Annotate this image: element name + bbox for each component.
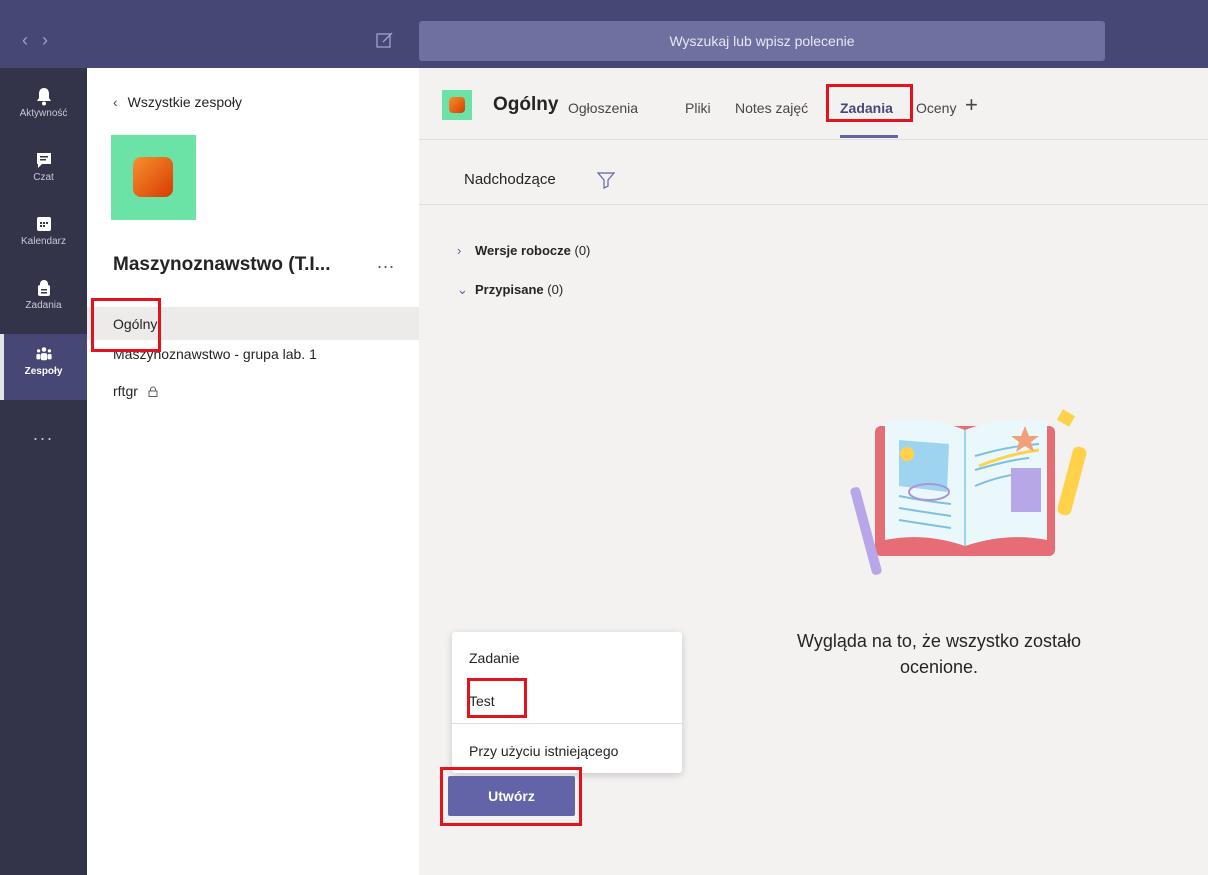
rail-label: Zespoły (24, 366, 63, 377)
menu-item-existing[interactable]: Przy użyciu istniejącego (452, 743, 682, 759)
channel-label: Maszynoznawstwo - grupa lab. 1 (113, 346, 317, 362)
rail-label: Aktywność (19, 108, 68, 119)
tab-notes[interactable]: Notes zajęć (735, 100, 808, 116)
rail-label: Czat (33, 172, 54, 183)
empty-state-message: Wygląda na to, że wszystko zostało oceni… (797, 631, 1081, 677)
create-menu: Zadanie Test Przy użyciu istniejącego (452, 632, 682, 773)
app-rail: Aktywność Czat Kalendarz Zadania Zespoły… (0, 68, 87, 875)
team-panel: ‹ Wszystkie zespoły Maszynoznawstwo (T.I.… (87, 68, 419, 875)
filter-label[interactable]: Nadchodzące (464, 171, 556, 188)
chevron-down-icon: ⌄ (457, 282, 468, 297)
assignments-icon (37, 280, 50, 296)
rail-more-icon[interactable]: ... (0, 424, 87, 445)
rail-item-teams[interactable]: Zespoły (0, 334, 87, 400)
menu-item-zadanie[interactable]: Zadanie (452, 650, 682, 666)
rail-item-assignments[interactable]: Zadania (0, 268, 87, 330)
assigned-label: Przypisane (475, 282, 544, 297)
bell-icon (36, 88, 51, 106)
add-tab-icon[interactable]: + (965, 92, 978, 118)
rail-item-activity[interactable]: Aktywność (0, 76, 87, 138)
all-teams-label: Wszystkie zespoły (127, 94, 243, 110)
channel-item-rftgr[interactable]: rftgr (87, 377, 419, 405)
forward-arrow-icon[interactable]: › (42, 30, 62, 50)
menu-item-test[interactable]: Test (452, 693, 682, 709)
team-more-options-icon[interactable]: ... (377, 252, 395, 273)
chevron-left-icon: ‹ (113, 94, 118, 110)
drafts-count: (0) (574, 243, 591, 258)
drafts-label: Wersje robocze (475, 243, 571, 258)
rail-item-chat[interactable]: Czat (0, 140, 87, 202)
calendar-icon (36, 217, 51, 231)
back-arrow-icon[interactable]: ‹ (22, 30, 42, 50)
rail-label: Zadania (25, 300, 62, 311)
menu-divider (452, 723, 682, 724)
team-name: Maszynoznawstwo (T.I... (113, 254, 331, 275)
rail-item-calendar[interactable]: Kalendarz (0, 204, 87, 266)
all-teams-link[interactable]: ‹ Wszystkie zespoły (113, 94, 242, 110)
filter-icon[interactable] (597, 171, 615, 189)
channel-label: rftgr (113, 383, 138, 399)
chevron-right-icon: › (457, 243, 462, 258)
nav-arrows[interactable]: ‹› (22, 30, 62, 51)
channel-title: Ogólny (493, 94, 559, 115)
tab-ogloszenia[interactable]: Ogłoszenia (568, 100, 638, 116)
filter-bar: Nadchodzące (419, 141, 1208, 205)
channel-avatar (442, 90, 472, 120)
assigned-count: (0) (547, 282, 564, 297)
chat-icon (36, 153, 51, 168)
teams-icon (35, 347, 52, 361)
channel-header: Ogólny Ogłoszenia Pliki Notes zajęć Zada… (419, 68, 1208, 140)
rail-label: Kalendarz (20, 236, 67, 247)
team-avatar (111, 135, 196, 220)
tab-pliki[interactable]: Pliki (685, 100, 711, 116)
active-tab-indicator (840, 135, 898, 138)
tab-zadania[interactable]: Zadania (840, 100, 893, 116)
tab-oceny[interactable]: Oceny (916, 100, 956, 116)
compose-icon[interactable] (376, 31, 394, 49)
create-button[interactable]: Utwórz (448, 776, 575, 816)
search-input[interactable]: Wyszukaj lub wpisz polecenie (419, 21, 1105, 61)
lock-icon (148, 386, 158, 397)
drafts-section-toggle[interactable]: › Wersje robocze (0) (457, 243, 590, 258)
channel-item-grupa-lab[interactable]: Maszynoznawstwo - grupa lab. 1 (87, 341, 419, 367)
channel-label: Ogólny (113, 315, 158, 332)
assigned-section-toggle[interactable]: ⌄ Przypisane (0) (457, 282, 563, 298)
channel-item-ogolny[interactable]: Ogólny (87, 307, 419, 340)
open-book-illustration (850, 409, 1087, 575)
top-bar: ‹› Wyszukaj lub wpisz polecenie (0, 0, 1208, 68)
